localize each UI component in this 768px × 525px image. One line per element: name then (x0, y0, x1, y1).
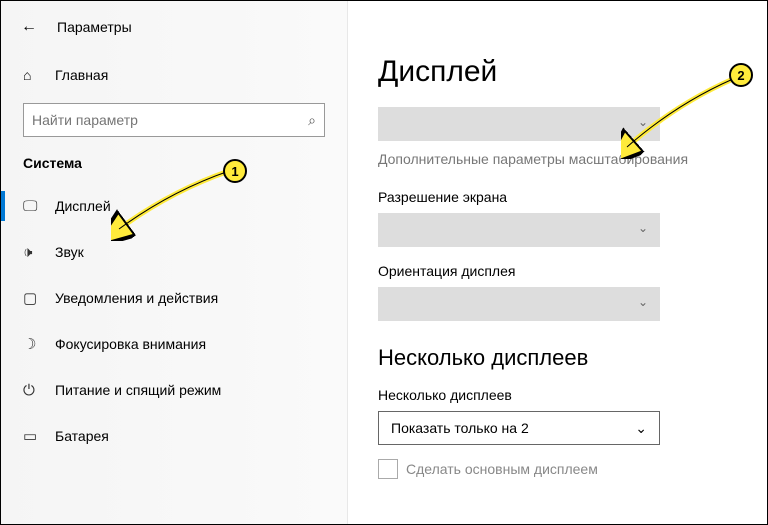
sidebar-item-notifications[interactable]: ▢ Уведомления и действия (1, 275, 347, 321)
multiple-displays-heading: Несколько дисплеев (378, 345, 737, 371)
chevron-down-icon: ⌄ (638, 295, 648, 309)
notifications-icon: ▢ (23, 289, 45, 307)
advanced-scaling-link[interactable]: Дополнительные параметры масштабирования (378, 151, 737, 167)
checkbox-icon[interactable] (378, 459, 398, 479)
nav-label: Батарея (55, 428, 109, 444)
sidebar-item-sound[interactable]: 🕩 Звук (1, 229, 347, 275)
power-icon: ⏻ (23, 382, 45, 399)
display-icon: 🖵 (23, 198, 45, 215)
home-icon: ⌂ (23, 67, 45, 83)
resolution-dropdown[interactable]: ⌄ (378, 213, 660, 247)
sidebar-item-battery[interactable]: ▭ Батарея (1, 413, 347, 459)
sidebar: ← Параметры ⌂ Главная ⌕ Система 🖵 Диспле… (1, 1, 348, 524)
chevron-down-icon: ⌄ (638, 115, 648, 129)
multiple-displays-dropdown[interactable]: Показать только на 2 ⌄ (378, 411, 660, 445)
sidebar-item-display[interactable]: 🖵 Дисплей (1, 183, 347, 229)
nav-label: Звук (55, 244, 84, 260)
nav-label: Питание и спящий режим (55, 382, 221, 398)
back-button[interactable]: ← (13, 18, 45, 36)
battery-icon: ▭ (23, 427, 45, 445)
multiple-displays-label: Несколько дисплеев (378, 387, 737, 403)
chevron-down-icon: ⌄ (635, 420, 647, 437)
orientation-label: Ориентация дисплея (378, 263, 737, 279)
focus-icon: ☽ (23, 335, 45, 353)
orientation-dropdown[interactable]: ⌄ (378, 287, 660, 321)
chevron-down-icon: ⌄ (638, 221, 648, 235)
home-label: Главная (55, 67, 108, 83)
search-icon: ⌕ (308, 112, 316, 129)
nav-label: Фокусировка внимания (55, 336, 206, 352)
search-input[interactable] (32, 112, 308, 128)
dropdown-value: Показать только на 2 (391, 420, 529, 436)
checkbox-label: Сделать основным дисплеем (406, 461, 598, 477)
main-content: Дисплей ⌄ Дополнительные параметры масшт… (348, 1, 767, 524)
section-label: Система (1, 147, 347, 183)
resolution-label: Разрешение экрана (378, 189, 737, 205)
home-nav[interactable]: ⌂ Главная (1, 55, 347, 95)
nav-label: Дисплей (55, 198, 111, 214)
window-title: Параметры (57, 19, 132, 35)
nav-label: Уведомления и действия (55, 290, 218, 306)
sound-icon: 🕩 (23, 244, 45, 261)
sidebar-item-focus[interactable]: ☽ Фокусировка внимания (1, 321, 347, 367)
primary-display-checkbox-row[interactable]: Сделать основным дисплеем (378, 459, 737, 479)
scaling-dropdown[interactable]: ⌄ (378, 107, 660, 141)
search-box[interactable]: ⌕ (23, 103, 325, 137)
sidebar-item-power[interactable]: ⏻ Питание и спящий режим (1, 367, 347, 413)
page-title: Дисплей (378, 55, 737, 89)
